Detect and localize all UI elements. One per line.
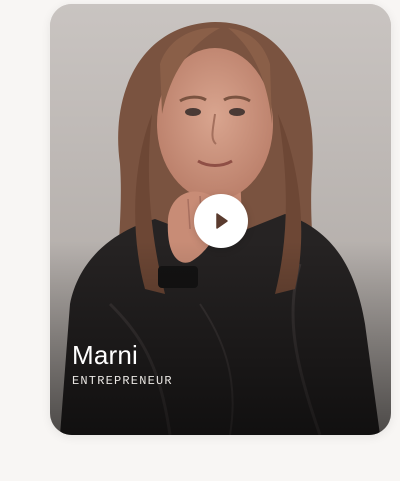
play-button[interactable] — [194, 194, 248, 248]
person-name: Marni — [72, 340, 139, 370]
person-role: ENTREPRENEUR — [72, 374, 173, 388]
caption: Marni ENTREPRENEUR — [72, 340, 173, 388]
play-icon — [216, 213, 228, 229]
testimonial-video-card[interactable]: Marni ENTREPRENEUR — [50, 4, 391, 435]
